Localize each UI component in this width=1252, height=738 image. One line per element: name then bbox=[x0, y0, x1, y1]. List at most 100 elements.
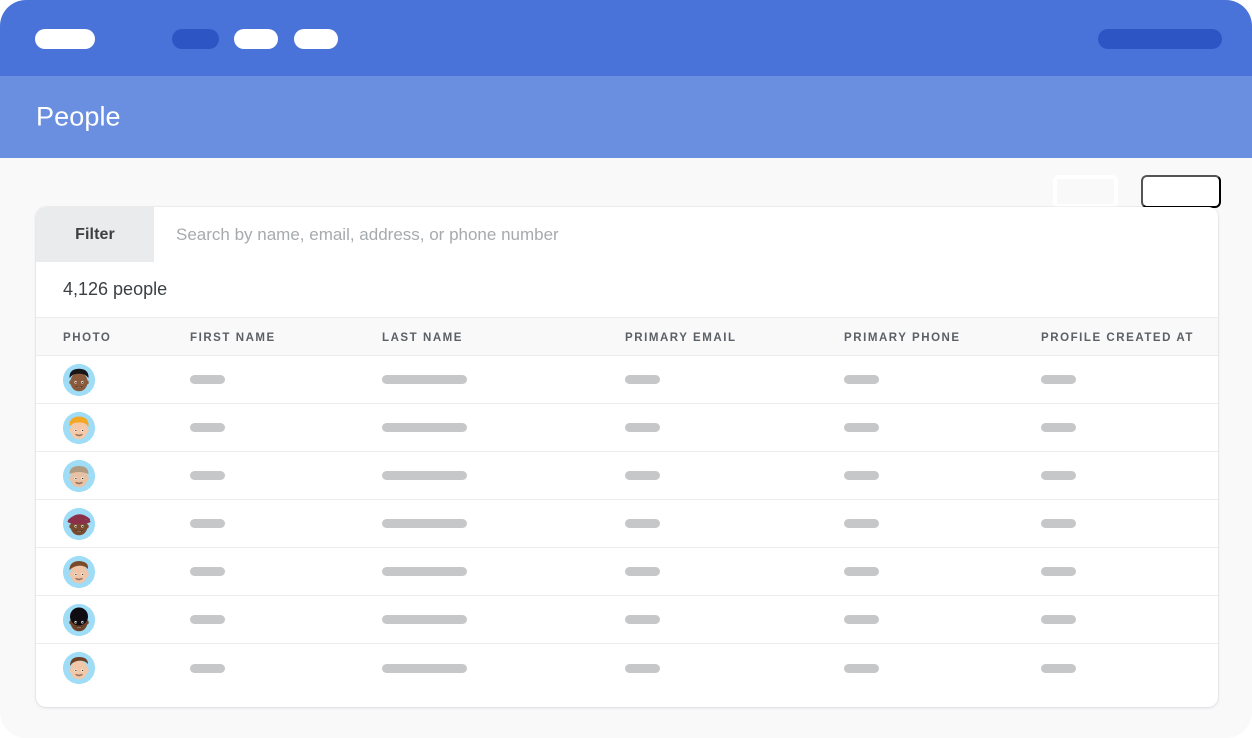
cell-last-name bbox=[382, 519, 625, 528]
skeleton-bar bbox=[1041, 567, 1076, 576]
page-header: People bbox=[0, 76, 1252, 208]
account-menu[interactable] bbox=[1098, 29, 1222, 49]
people-count-label: 4,126 people bbox=[63, 279, 168, 299]
cell-primary-email bbox=[625, 375, 844, 384]
cell-primary-phone bbox=[844, 471, 1041, 480]
avatar-brown-quiff-hair bbox=[63, 652, 95, 684]
cell-primary-email bbox=[625, 423, 844, 432]
skeleton-bar bbox=[1041, 471, 1076, 480]
column-header-photo: Photo bbox=[63, 331, 112, 344]
people-card: Filter 4,126 people Photo First Name Las… bbox=[36, 207, 1218, 707]
skeleton-bar bbox=[1041, 519, 1076, 528]
column-header-last-name: Last Name bbox=[382, 331, 464, 344]
cell-primary-phone bbox=[844, 567, 1041, 576]
avatar-brown-swept-hair bbox=[63, 555, 95, 588]
cell-primary-email bbox=[625, 567, 844, 576]
skeleton-bar bbox=[190, 423, 225, 432]
skeleton-bar bbox=[1041, 423, 1076, 432]
cell-first-name bbox=[190, 519, 382, 528]
table-row[interactable] bbox=[36, 548, 1218, 596]
skeleton-bar bbox=[625, 471, 660, 480]
column-header-primary-email: Primary Email bbox=[625, 331, 737, 344]
column-header-primary-phone: Primary Phone bbox=[844, 331, 961, 344]
skeleton-bar bbox=[625, 519, 660, 528]
skeleton-bar bbox=[844, 423, 879, 432]
app-window: People Filter 4,126 people Photo First N… bbox=[0, 0, 1252, 738]
skeleton-bar bbox=[382, 567, 467, 576]
table-row[interactable] bbox=[36, 644, 1218, 692]
cell-profile-created-at bbox=[1041, 423, 1218, 432]
cell-primary-email bbox=[625, 519, 844, 528]
skeleton-bar bbox=[844, 615, 879, 624]
table-row[interactable] bbox=[36, 596, 1218, 644]
skeleton-bar bbox=[1041, 375, 1076, 384]
cell-primary-phone bbox=[844, 423, 1041, 432]
cell-profile-created-at bbox=[1041, 519, 1218, 528]
cell-photo bbox=[36, 652, 190, 684]
cell-primary-phone bbox=[844, 615, 1041, 624]
nav-item-3[interactable] bbox=[294, 29, 338, 49]
nav-item-1[interactable] bbox=[172, 29, 219, 49]
cell-first-name bbox=[190, 663, 382, 673]
skeleton-bar bbox=[190, 375, 225, 384]
table-header-row: Photo First Name Last Name Primary Email… bbox=[36, 318, 1218, 356]
cell-photo bbox=[36, 603, 190, 636]
skeleton-bar bbox=[190, 519, 225, 528]
skeleton-bar bbox=[382, 615, 467, 624]
header-secondary-button[interactable] bbox=[1053, 175, 1118, 208]
avatar-black-afro-hair bbox=[63, 603, 95, 636]
avatar-dark-short-hair bbox=[63, 363, 95, 396]
filter-tab[interactable]: Filter bbox=[36, 207, 154, 262]
cell-photo bbox=[36, 363, 190, 396]
cell-profile-created-at bbox=[1041, 471, 1218, 480]
skeleton-bar bbox=[844, 663, 879, 673]
skeleton-bar bbox=[625, 423, 660, 432]
skeleton-bar bbox=[844, 471, 879, 480]
skeleton-bar bbox=[844, 375, 879, 384]
skeleton-bar bbox=[625, 615, 660, 624]
table-row[interactable] bbox=[36, 404, 1218, 452]
cell-primary-email bbox=[625, 663, 844, 673]
cell-last-name bbox=[382, 615, 625, 624]
skeleton-bar bbox=[382, 471, 467, 480]
skeleton-bar bbox=[382, 519, 467, 528]
cell-profile-created-at bbox=[1041, 663, 1218, 673]
summary-row: 4,126 people bbox=[36, 262, 1218, 318]
skeleton-bar bbox=[844, 519, 879, 528]
cell-last-name bbox=[382, 423, 625, 432]
avatar-woman-burgundy-hat bbox=[63, 507, 95, 540]
skeleton-bar bbox=[625, 567, 660, 576]
table-body bbox=[36, 356, 1218, 692]
table-row[interactable] bbox=[36, 356, 1218, 404]
cell-primary-phone bbox=[844, 663, 1041, 673]
cell-photo bbox=[36, 459, 190, 492]
cell-profile-created-at bbox=[1041, 615, 1218, 624]
cell-photo bbox=[36, 411, 190, 444]
cell-first-name bbox=[190, 423, 382, 432]
skeleton-bar bbox=[382, 423, 467, 432]
table-row[interactable] bbox=[36, 452, 1218, 500]
table-row[interactable] bbox=[36, 500, 1218, 548]
people-table: Photo First Name Last Name Primary Email… bbox=[36, 318, 1218, 692]
cell-last-name bbox=[382, 471, 625, 480]
header-primary-button[interactable] bbox=[1141, 175, 1221, 208]
search-input[interactable] bbox=[154, 207, 1218, 262]
cell-first-name bbox=[190, 471, 382, 480]
skeleton-bar bbox=[190, 663, 225, 673]
nav-item-2[interactable] bbox=[234, 29, 278, 49]
skeleton-bar bbox=[382, 663, 467, 673]
skeleton-bar bbox=[190, 567, 225, 576]
cell-primary-email bbox=[625, 471, 844, 480]
cell-first-name bbox=[190, 567, 382, 576]
skeleton-bar bbox=[382, 375, 467, 384]
cell-photo bbox=[36, 507, 190, 540]
cell-first-name bbox=[190, 375, 382, 384]
cell-first-name bbox=[190, 615, 382, 624]
app-logo[interactable] bbox=[35, 29, 95, 49]
skeleton-bar bbox=[625, 663, 660, 673]
cell-profile-created-at bbox=[1041, 375, 1218, 384]
avatar-blond-wavy-hair bbox=[63, 411, 95, 444]
avatar-light-brown-hair bbox=[63, 459, 95, 492]
skeleton-bar bbox=[844, 567, 879, 576]
filter-bar: Filter bbox=[36, 207, 1218, 262]
